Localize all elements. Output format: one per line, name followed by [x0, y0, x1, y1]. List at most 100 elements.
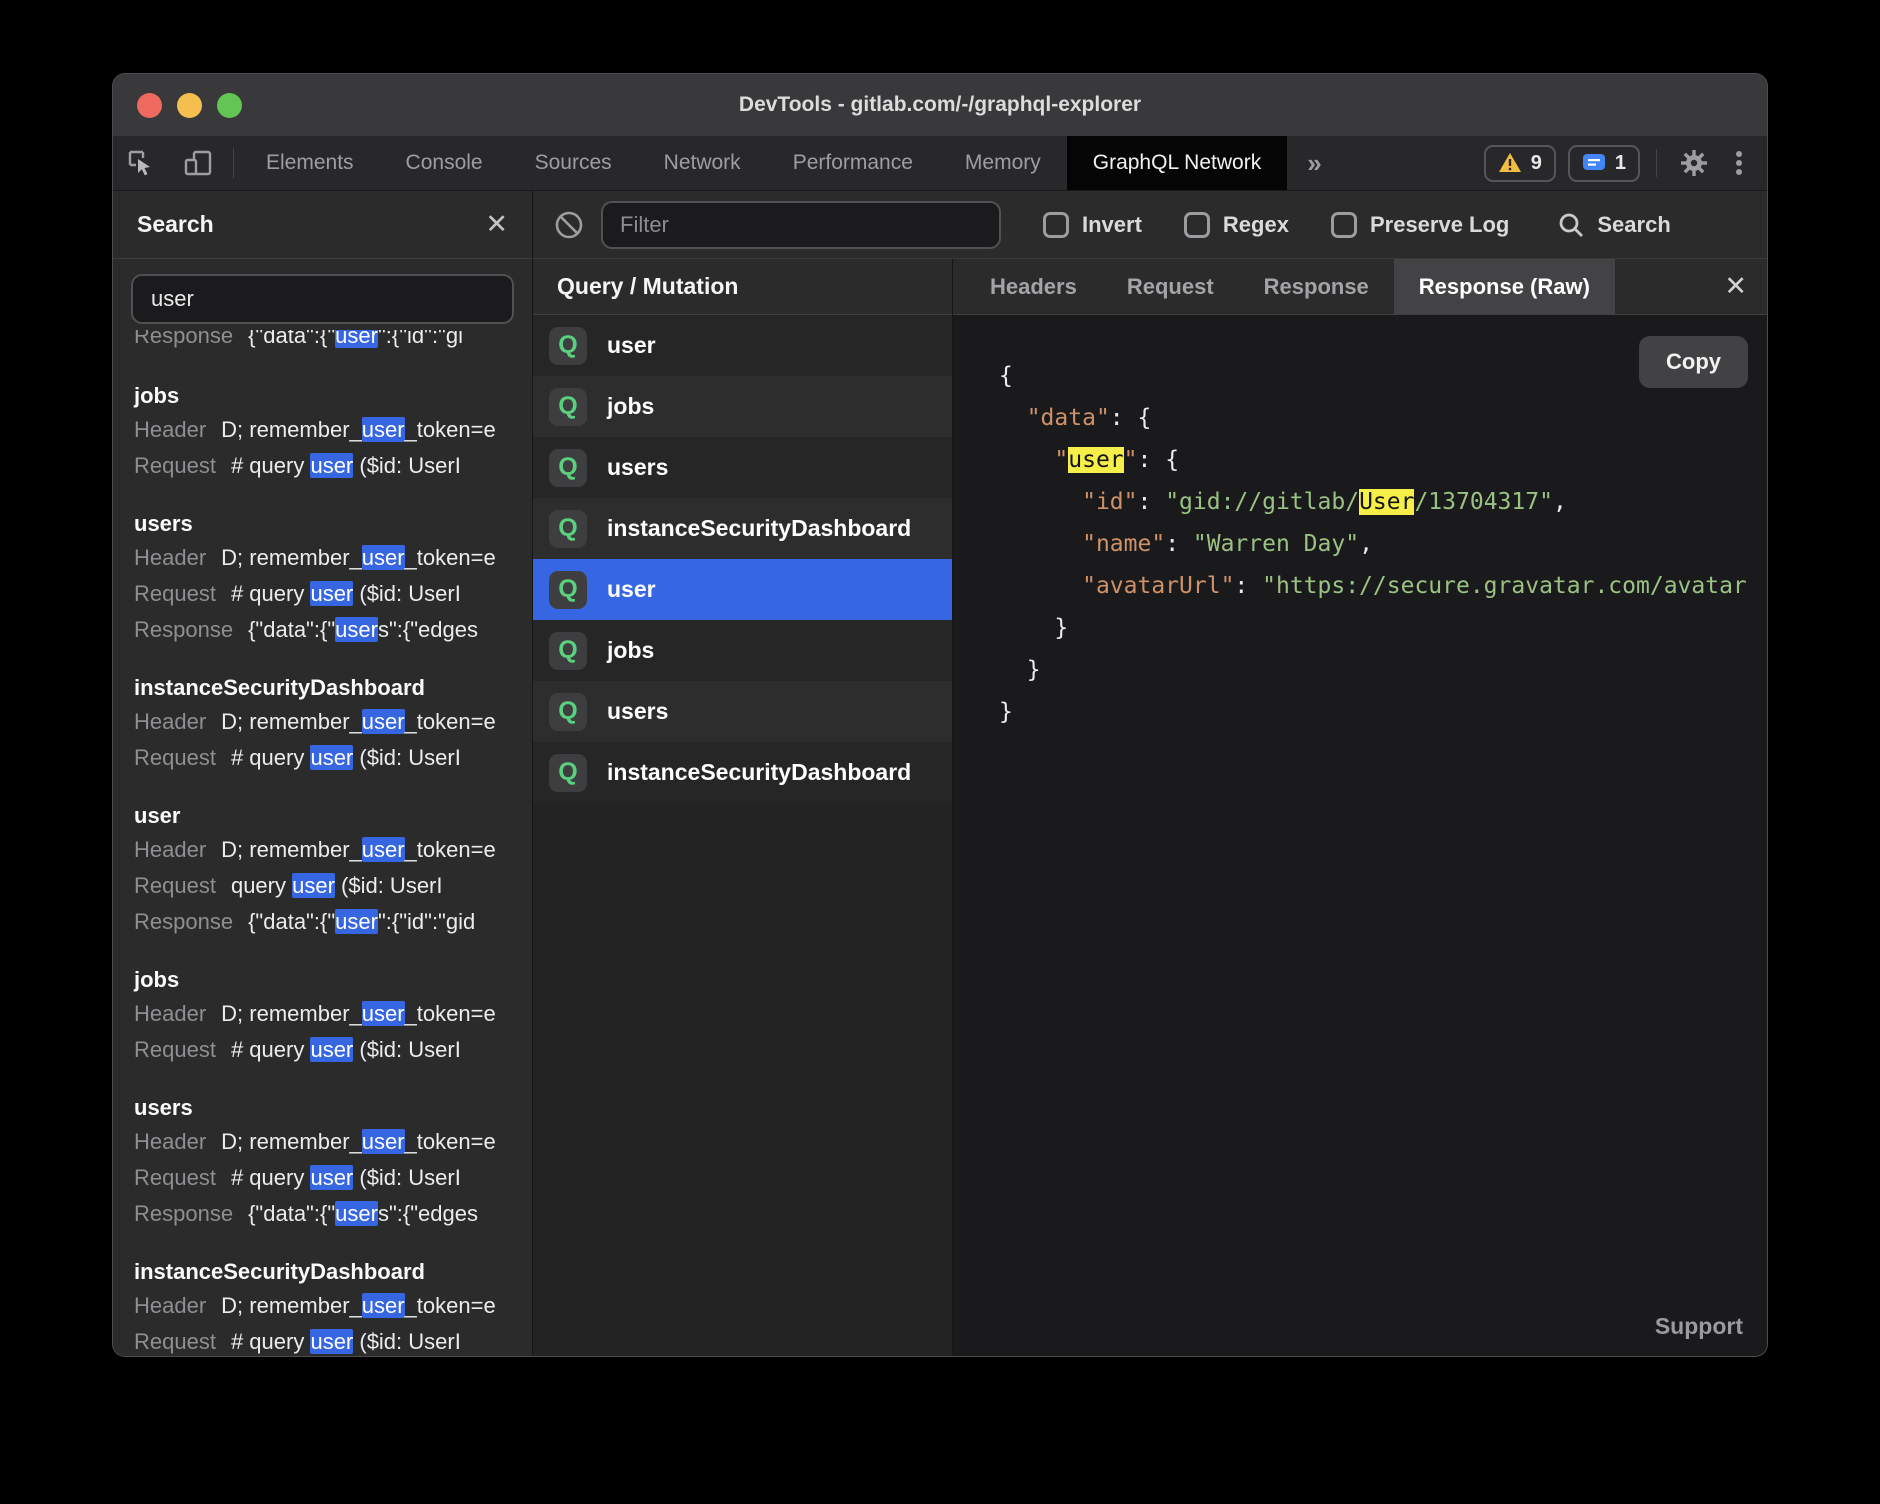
search-result-line[interactable]: Request# query user ($id: UserI [134, 448, 511, 484]
warnings-badge[interactable]: 9 [1484, 145, 1556, 182]
query-row-jobs[interactable]: Qjobs [533, 376, 952, 437]
preserve-log-checkbox[interactable]: Preserve Log [1331, 212, 1509, 238]
detail-panel: HeadersRequestResponseResponse (Raw) ✕ Co… [953, 259, 1767, 1356]
messages-badge[interactable]: 1 [1568, 145, 1640, 182]
result-line-label: Request [134, 581, 216, 606]
detail-tab-response[interactable]: Response [1239, 259, 1394, 314]
regex-checkbox[interactable]: Regex [1184, 212, 1289, 238]
query-type-badge: Q [549, 449, 587, 487]
query-row-users[interactable]: Qusers [533, 681, 952, 742]
json-line: "name": "Warren Day", [999, 523, 1767, 565]
query-type-badge: Q [549, 388, 587, 426]
tab-sources[interactable]: Sources [509, 136, 638, 190]
query-list-filler [533, 803, 952, 1356]
search-toggle[interactable]: Search [1557, 211, 1670, 239]
tab-performance[interactable]: Performance [767, 136, 939, 190]
detail-tab-response-raw-[interactable]: Response (Raw) [1394, 259, 1615, 314]
copy-button[interactable]: Copy [1639, 336, 1748, 388]
tab-graphql-network[interactable]: GraphQL Network [1067, 136, 1287, 190]
text-segment: } [999, 657, 1041, 683]
search-result-line[interactable]: Response{"data":{"users":{"edges [134, 612, 511, 648]
search-panel-close-icon[interactable]: ✕ [485, 211, 508, 238]
result-section-title: users [134, 507, 511, 540]
text-segment: "name" [1082, 531, 1165, 557]
close-traffic-light[interactable] [137, 93, 162, 118]
tab-elements[interactable]: Elements [240, 136, 380, 190]
result-section-title: jobs [134, 963, 511, 996]
search-result-line[interactable]: Request# query user ($id: UserI [134, 1324, 511, 1356]
search-hit-blue: user [335, 1201, 378, 1226]
search-result-line[interactable]: Response{"data":{"user":{"id":"gi [134, 330, 511, 354]
search-result-line[interactable]: Response{"data":{"user":{"id":"gid [134, 904, 511, 940]
search-input[interactable] [131, 274, 514, 324]
block-icon[interactable] [553, 209, 585, 241]
query-row-instanceSecurityDashboard[interactable]: QinstanceSecurityDashboard [533, 498, 952, 559]
result-line-label: Response [134, 330, 233, 348]
search-result-line[interactable]: HeaderD; remember_user_token=e [134, 540, 511, 576]
search-result-line[interactable]: HeaderD; remember_user_token=e [134, 412, 511, 448]
query-row-users[interactable]: Qusers [533, 437, 952, 498]
detail-tab-request[interactable]: Request [1102, 259, 1239, 314]
tab-console[interactable]: Console [380, 136, 509, 190]
support-link[interactable]: Support [1655, 1313, 1743, 1340]
search-result-line[interactable]: HeaderD; remember_user_token=e [134, 996, 511, 1032]
filter-input[interactable] [601, 201, 1001, 249]
search-result-line[interactable]: HeaderD; remember_user_token=e [134, 832, 511, 868]
search-result-line[interactable]: Requestquery user ($id: UserI [134, 868, 511, 904]
search-result-line[interactable]: Request# query user ($id: UserI [134, 1160, 511, 1196]
invert-checkbox[interactable]: Invert [1043, 212, 1142, 238]
search-hit-blue: user [362, 1293, 405, 1318]
search-result-line[interactable]: Request# query user ($id: UserI [134, 576, 511, 612]
text-segment: " [1124, 447, 1138, 473]
tab-memory[interactable]: Memory [939, 136, 1067, 190]
text-segment: D; remember_ [221, 1001, 362, 1026]
invert-checkbox-box[interactable] [1043, 212, 1069, 238]
query-row-instanceSecurityDashboard[interactable]: QinstanceSecurityDashboard [533, 742, 952, 803]
text-segment: ":{"id":"gi [378, 330, 463, 348]
text-segment: } [999, 699, 1013, 725]
preserve-log-checkbox-box[interactable] [1331, 212, 1357, 238]
search-toggle-label: Search [1597, 212, 1670, 238]
text-segment: {"data":{" [248, 617, 335, 642]
query-row-user-selected[interactable]: Quser [533, 559, 952, 620]
search-result-line[interactable]: HeaderD; remember_user_token=e [134, 1124, 511, 1160]
text-segment: "id" [1082, 489, 1137, 515]
query-row-user[interactable]: Quser [533, 315, 952, 376]
search-result-line[interactable]: HeaderD; remember_user_token=e [134, 704, 511, 740]
device-toolbar-icon[interactable] [169, 136, 227, 190]
text-segment: : [1165, 531, 1193, 557]
text-segment: D; remember_ [221, 545, 362, 570]
text-segment [999, 573, 1082, 599]
query-row-label: jobs [607, 393, 654, 420]
text-segment: "data" [1027, 405, 1110, 431]
zoom-traffic-light[interactable] [217, 93, 242, 118]
text-segment: D; remember_ [221, 1129, 362, 1154]
search-result-line[interactable]: HeaderD; remember_user_token=e [134, 1288, 511, 1324]
warning-count: 9 [1531, 152, 1542, 175]
inspect-icon[interactable] [113, 136, 169, 190]
query-row-jobs[interactable]: Qjobs [533, 620, 952, 681]
text-segment: D; remember_ [221, 709, 362, 734]
minimize-traffic-light[interactable] [177, 93, 202, 118]
text-segment: _token=e [405, 1293, 496, 1318]
kebab-menu-icon[interactable] [1727, 148, 1751, 178]
title-bar: DevTools - gitlab.com/-/graphql-explorer [113, 74, 1767, 136]
search-result-line[interactable]: Request# query user ($id: UserI [134, 1032, 511, 1068]
search-hit-blue: user [362, 709, 405, 734]
query-mutation-panel: Query / Mutation QuserQjobsQusersQinstan… [533, 259, 953, 1356]
regex-checkbox-box[interactable] [1184, 212, 1210, 238]
detail-panel-close-icon[interactable]: ✕ [1724, 259, 1747, 314]
text-segment: , [1553, 489, 1567, 515]
invert-label: Invert [1082, 212, 1142, 238]
search-result-line[interactable]: Request# query user ($id: UserI [134, 740, 511, 776]
detail-tab-headers[interactable]: Headers [965, 259, 1102, 314]
text-segment: ($id: UserI [353, 581, 461, 606]
search-result-line[interactable]: Response{"data":{"users":{"edges [134, 1196, 511, 1232]
more-tabs-chevron[interactable]: » [1287, 136, 1341, 190]
text-segment: "Warren Day" [1193, 531, 1359, 557]
preserve-log-label: Preserve Log [1370, 212, 1509, 238]
text-segment [999, 489, 1082, 515]
gear-icon[interactable] [1673, 148, 1715, 178]
tab-network[interactable]: Network [638, 136, 767, 190]
text-segment: : { [1138, 447, 1180, 473]
